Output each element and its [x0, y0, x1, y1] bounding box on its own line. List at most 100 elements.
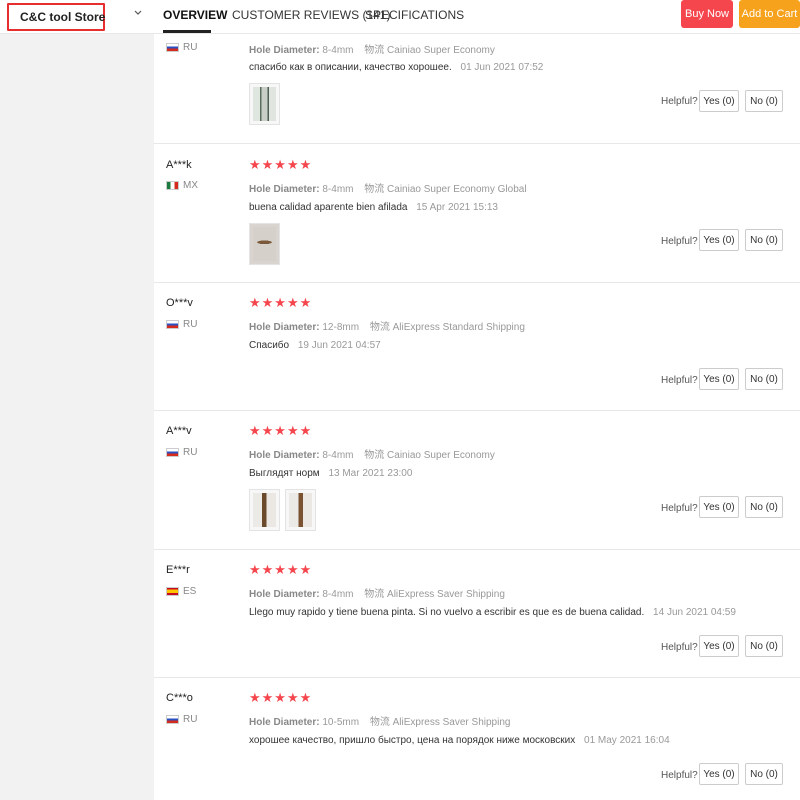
country-code: RU	[183, 319, 198, 330]
helpful-no-button[interactable]: No (0)	[745, 368, 783, 390]
reviewer-country: ES	[166, 586, 196, 597]
review-content: спасибо как в описании, качество хорошее…	[249, 62, 543, 73]
review-content: Выглядят норм 13 Mar 2021 23:00	[249, 468, 412, 479]
reviewer-name: O***v	[166, 297, 193, 309]
review-text: buena calidad aparente bien afilada	[249, 202, 408, 213]
country-code: RU	[183, 447, 198, 458]
helpful-yes-button[interactable]: Yes (0)	[699, 635, 739, 657]
buy-now-button[interactable]: Buy Now	[681, 0, 733, 28]
attr-label: Hole Diameter:	[249, 450, 320, 461]
review-photo[interactable]	[285, 489, 316, 531]
helpful-no-button[interactable]: No (0)	[745, 90, 783, 112]
add-to-cart-button[interactable]: Add to Cart	[739, 0, 800, 28]
reviewer-country: RU	[166, 42, 197, 53]
shipping-method: 物流 Cainiao Super Economy	[364, 45, 495, 56]
review-date: 01 Jun 2021 07:52	[460, 62, 544, 73]
attr-value: 8-4mm	[322, 450, 354, 461]
reviewer-name: C***o	[166, 692, 193, 704]
shipping-method: 物流 Cainiao Super Economy Global	[364, 184, 527, 195]
attr-value: 8-4mm	[322, 589, 354, 600]
helpful-yes-button[interactable]: Yes (0)	[699, 368, 739, 390]
attr-value: 8-4mm	[322, 184, 354, 195]
star-rating: ★★★★★	[249, 690, 313, 705]
reviewer-name: A***k	[166, 159, 192, 171]
photo-image	[253, 227, 276, 261]
store-sidebar	[0, 0, 154, 800]
mexico-flag-icon	[166, 181, 179, 190]
review-meta: Hole Diameter: 8-4mm 物流 Cainiao Super Ec…	[249, 41, 495, 56]
helpful-yes-button[interactable]: Yes (0)	[699, 496, 739, 518]
attr-value: 10-5mm	[322, 717, 360, 728]
review-content: Llego muy rapido y tiene buena pinta. Si…	[249, 607, 736, 618]
store-name: C&C tool Store	[20, 10, 106, 24]
review-item: C***o RU ★★★★★ Hole Diameter: 10-5mm 物流 …	[154, 678, 800, 800]
review-meta: Hole Diameter: 8-4mm 物流 Cainiao Super Ec…	[249, 180, 527, 195]
shipping-method: 物流 Cainiao Super Economy	[364, 450, 495, 461]
helpful-no-button[interactable]: No (0)	[745, 229, 783, 251]
helpful-yes-button[interactable]: Yes (0)	[699, 90, 739, 112]
review-meta: Hole Diameter: 10-5mm 物流 AliExpress Save…	[249, 713, 510, 728]
helpful-label: Helpful?	[661, 236, 698, 247]
review-content: Спасибо 19 Jun 2021 04:57	[249, 340, 381, 351]
review-text: спасибо как в описании, качество хорошее…	[249, 62, 452, 73]
country-code: MX	[183, 180, 198, 191]
review-date: 13 Mar 2021 23:00	[328, 468, 413, 479]
review-date: 19 Jun 2021 04:57	[297, 340, 381, 351]
review-photo[interactable]	[249, 489, 280, 531]
tab-specifications[interactable]: SPECIFICATIONS	[365, 8, 464, 22]
review-photo[interactable]	[249, 223, 280, 265]
review-content: хорошее качество, пришло быстро, цена на…	[249, 735, 670, 746]
chevron-down-icon[interactable]	[133, 8, 143, 18]
shipping-method: 物流 AliExpress Saver Shipping	[364, 589, 505, 600]
review-item: RU Hole Diameter: 8-4mm 物流 Cainiao Super…	[154, 34, 800, 144]
helpful-no-button[interactable]: No (0)	[745, 763, 783, 785]
helpful-label: Helpful?	[661, 375, 698, 386]
country-code: ES	[183, 586, 197, 597]
review-meta: Hole Diameter: 8-4mm 物流 AliExpress Saver…	[249, 585, 505, 600]
attr-label: Hole Diameter:	[249, 322, 320, 333]
attr-value: 12-8mm	[322, 322, 360, 333]
star-rating: ★★★★★	[249, 295, 313, 310]
helpful-label: Helpful?	[661, 96, 698, 107]
active-tab-indicator	[163, 30, 211, 33]
tab-overview[interactable]: OVERVIEW	[163, 8, 227, 22]
reviewer-country: RU	[166, 319, 197, 330]
helpful-yes-button[interactable]: Yes (0)	[699, 229, 739, 251]
review-meta: Hole Diameter: 8-4mm 物流 Cainiao Super Ec…	[249, 446, 495, 461]
attr-label: Hole Diameter:	[249, 184, 320, 195]
russia-flag-icon	[166, 448, 179, 457]
country-code: RU	[183, 42, 198, 53]
russia-flag-icon	[166, 320, 179, 329]
helpful-no-button[interactable]: No (0)	[745, 496, 783, 518]
attr-label: Hole Diameter:	[249, 717, 320, 728]
photo-image	[253, 87, 276, 121]
reviews-list: RU Hole Diameter: 8-4mm 物流 Cainiao Super…	[154, 34, 800, 800]
review-item: A***k MX ★★★★★ Hole Diameter: 8-4mm 物流 C…	[154, 144, 800, 283]
country-code: RU	[183, 714, 198, 725]
store-name-box[interactable]: C&C tool Store	[7, 3, 105, 31]
review-text: Выглядят норм	[249, 468, 320, 479]
star-rating: ★★★★★	[249, 423, 313, 438]
star-rating: ★★★★★	[249, 562, 313, 577]
shipping-method: 物流 AliExpress Saver Shipping	[369, 717, 511, 728]
star-rating: ★★★★★	[249, 157, 313, 172]
reviewer-name: E***r	[166, 564, 190, 576]
spain-flag-icon	[166, 587, 179, 596]
helpful-no-button[interactable]: No (0)	[745, 635, 783, 657]
helpful-label: Helpful?	[661, 642, 698, 653]
review-text: Спасибо	[249, 340, 290, 351]
review-content: buena calidad aparente bien afilada 15 A…	[249, 202, 498, 213]
store-header: C&C tool Store	[0, 0, 154, 34]
review-photo[interactable]	[249, 83, 280, 125]
review-item: O***v RU ★★★★★ Hole Diameter: 12-8mm 物流 …	[154, 283, 800, 411]
reviewer-country: RU	[166, 447, 197, 458]
helpful-yes-button[interactable]: Yes (0)	[699, 763, 739, 785]
reviewer-country: RU	[166, 714, 197, 725]
review-date: 01 May 2021 16:04	[584, 735, 670, 746]
attr-value: 8-4mm	[322, 45, 354, 56]
shipping-method: 物流 AliExpress Standard Shipping	[369, 322, 525, 333]
photo-image	[253, 493, 276, 527]
review-item: E***r ES ★★★★★ Hole Diameter: 8-4mm 物流 A…	[154, 550, 800, 678]
review-text: Llego muy rapido y tiene buena pinta. Si…	[249, 607, 645, 618]
russia-flag-icon	[166, 715, 179, 724]
